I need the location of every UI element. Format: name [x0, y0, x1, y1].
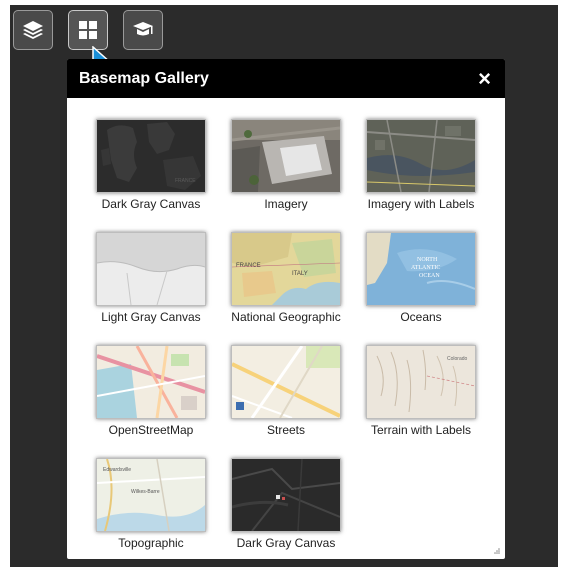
- basemap-label: Imagery: [264, 197, 308, 211]
- panel-header: Basemap Gallery ×: [67, 59, 505, 98]
- layers-button[interactable]: [13, 10, 53, 50]
- basemap-tile[interactable]: Imagery: [221, 119, 351, 212]
- basemap-tile[interactable]: FRANCE Dark Gray Canvas: [86, 119, 216, 212]
- basemap-gallery: FRANCE Dark Gray Canvas Imagery Imagery …: [67, 98, 505, 559]
- svg-text:Edwardsville: Edwardsville: [103, 467, 131, 473]
- basemap-thumbnail: Colorado: [366, 345, 476, 419]
- map-app: Basemap Gallery × FRANCE Dark Gray Canva…: [10, 5, 558, 567]
- basemap-label: Topographic: [118, 536, 184, 550]
- panel-title: Basemap Gallery: [79, 69, 209, 87]
- basemap-gallery-button[interactable]: [68, 10, 108, 50]
- basemap-tile[interactable]: Streets: [221, 345, 351, 438]
- basemap-label: Terrain with Labels: [370, 423, 472, 437]
- basemap-thumbnail: [96, 345, 206, 419]
- basemap-thumbnail: FRANCE: [96, 119, 206, 193]
- basemap-thumbnail: [231, 458, 341, 532]
- basemap-label: Imagery with Labels: [367, 197, 475, 211]
- svg-text:FRANCE: FRANCE: [175, 178, 196, 184]
- basemap-tile[interactable]: OpenStreetMap: [86, 345, 216, 438]
- basemap-thumbnail: [231, 119, 341, 193]
- basemap-thumbnail: [96, 232, 206, 306]
- basemap-label: Dark Gray Canvas: [101, 197, 201, 211]
- svg-text:Colorado: Colorado: [447, 356, 468, 362]
- basemap-thumbnail: [231, 345, 341, 419]
- resize-grip-icon[interactable]: [493, 547, 501, 555]
- close-button[interactable]: ×: [478, 67, 491, 90]
- mortarboard-icon: [133, 22, 153, 36]
- basemap-label: National Geographic: [231, 310, 341, 324]
- layers-icon: [23, 21, 43, 39]
- svg-text:ATLANTIC: ATLANTIC: [411, 265, 440, 271]
- basemap-label: Streets: [266, 423, 305, 437]
- basemap-label: Dark Gray Canvas: [236, 536, 336, 550]
- basemap-thumbnail: FRANCE ITALY: [231, 232, 341, 306]
- basemap-tile[interactable]: Imagery with Labels: [356, 119, 486, 212]
- basemap-tile[interactable]: FRANCE ITALY National Geographic: [221, 232, 351, 325]
- basemap-tile[interactable]: Dark Gray Canvas: [221, 458, 351, 551]
- basemap-thumbnail: Edwardsville Wilkes-Barre: [96, 458, 206, 532]
- basemap-label: Light Gray Canvas: [101, 310, 201, 324]
- basemap-thumbnail: [366, 119, 476, 193]
- basemap-tile[interactable]: Light Gray Canvas: [86, 232, 216, 325]
- svg-text:OCEAN: OCEAN: [419, 273, 440, 279]
- basemap-thumbnail: NORTH ATLANTIC OCEAN: [366, 232, 476, 306]
- basemap-tile[interactable]: Edwardsville Wilkes-Barre Topographic: [86, 458, 216, 551]
- svg-text:Wilkes-Barre: Wilkes-Barre: [131, 489, 160, 495]
- legend-button[interactable]: [123, 10, 163, 50]
- svg-text:NORTH: NORTH: [417, 257, 438, 263]
- svg-text:ITALY: ITALY: [292, 271, 308, 277]
- basemap-tile[interactable]: Colorado Terrain with Labels: [356, 345, 486, 438]
- basemap-label: Oceans: [400, 310, 442, 324]
- grid-icon: [79, 21, 97, 39]
- basemap-tile[interactable]: NORTH ATLANTIC OCEAN Oceans: [356, 232, 486, 325]
- basemap-label: OpenStreetMap: [108, 423, 194, 437]
- basemap-gallery-panel: Basemap Gallery × FRANCE Dark Gray Canva…: [67, 59, 505, 559]
